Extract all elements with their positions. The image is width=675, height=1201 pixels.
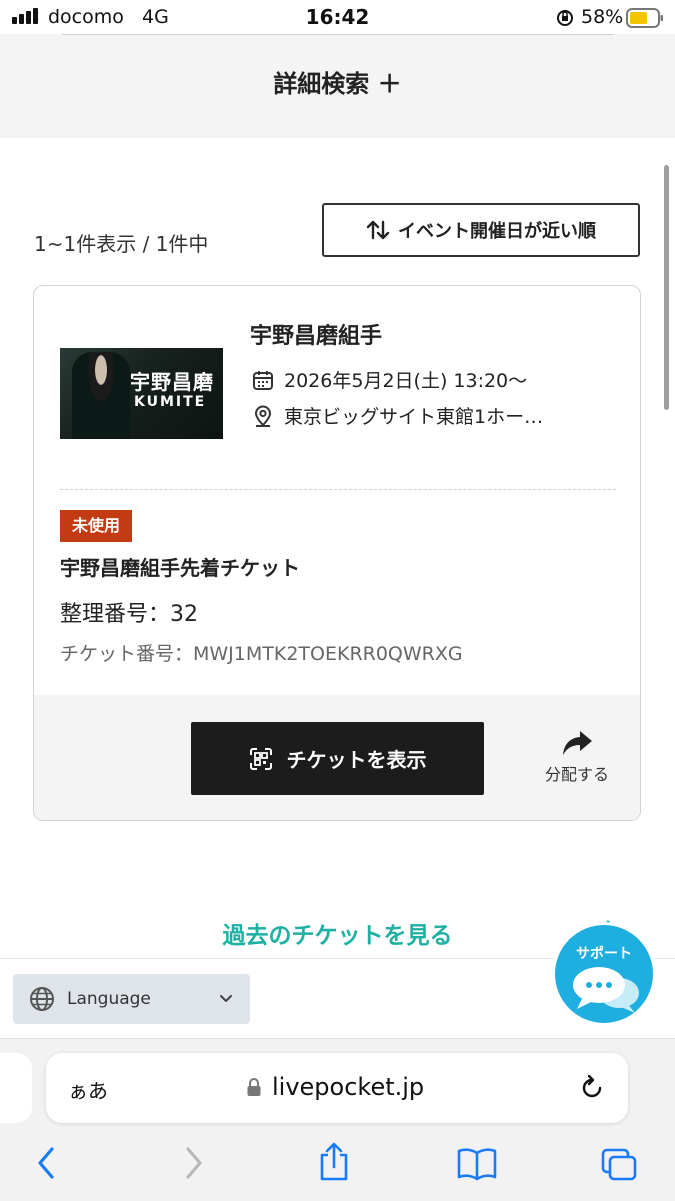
language-select[interactable]: Language bbox=[13, 974, 250, 1024]
thumbnail-figure bbox=[72, 352, 130, 439]
sort-arrows-icon bbox=[366, 220, 390, 240]
calendar-icon bbox=[253, 370, 273, 390]
detail-search-section: 詳細検索 ＋ bbox=[0, 34, 675, 138]
url-display[interactable]: livepocket.jp bbox=[246, 1073, 424, 1101]
dashed-divider bbox=[60, 489, 616, 490]
reader-settings-button[interactable]: ぁあ bbox=[68, 1075, 108, 1104]
detail-search-toggle[interactable]: 詳細検索 ＋ bbox=[0, 64, 675, 99]
thumbnail-title: 宇野昌磨 bbox=[130, 370, 214, 394]
chevron-down-icon bbox=[220, 995, 232, 1002]
battery-percent: 58% bbox=[581, 6, 624, 28]
card-footer: チケットを表示 分配する bbox=[34, 695, 640, 820]
event-title[interactable]: 宇野昌磨組手 bbox=[250, 318, 382, 350]
globe-icon bbox=[30, 987, 54, 1011]
tabs-icon[interactable] bbox=[600, 1147, 640, 1183]
divider bbox=[62, 34, 613, 35]
share-label: 分配する bbox=[544, 765, 609, 784]
sequence-number: 整理番号：32 bbox=[60, 602, 198, 627]
rotation-lock-icon bbox=[557, 10, 573, 26]
event-date-row: 2026年5月2日(土) 13:20〜 bbox=[252, 366, 527, 393]
lock-icon bbox=[247, 1078, 261, 1096]
share-button[interactable]: 分配する bbox=[534, 729, 620, 785]
result-count: 1~1件表示 / 1件中 bbox=[34, 232, 209, 256]
bookmarks-icon[interactable] bbox=[456, 1147, 498, 1181]
status-badge: 未使用 bbox=[60, 510, 133, 542]
share-icon[interactable] bbox=[316, 1141, 352, 1183]
event-date: 2026年5月2日(土) 13:20〜 bbox=[284, 370, 528, 392]
status-bar: docomo 4G 16:42 58% bbox=[0, 0, 675, 34]
ticket-card: 宇野昌磨 KUMITE 宇野昌磨組手 2026年5月2日(土) 13:20〜 東… bbox=[33, 285, 641, 821]
url-text: livepocket.jp bbox=[272, 1073, 425, 1101]
thumbnail-subtitle: KUMITE bbox=[134, 394, 207, 410]
forward-icon[interactable] bbox=[180, 1145, 206, 1181]
scrollbar[interactable] bbox=[664, 165, 669, 410]
previous-tab-preview[interactable] bbox=[0, 1053, 32, 1123]
event-thumbnail[interactable]: 宇野昌磨 KUMITE bbox=[60, 348, 223, 439]
qr-code-icon bbox=[249, 747, 272, 770]
address-bar[interactable]: ぁあ livepocket.jp bbox=[46, 1053, 628, 1123]
support-button[interactable]: サポート bbox=[552, 922, 656, 1026]
ticket-name: 宇野昌磨組手先着チケット bbox=[60, 556, 300, 580]
event-venue-row: 東京ビッグサイト東館1ホー… bbox=[252, 402, 543, 429]
ticket-number: チケット番号：MWJ1MTK2TOEKRR0QWRXG bbox=[60, 643, 463, 665]
sort-label: イベント開催日が近い順 bbox=[398, 221, 596, 242]
location-pin-icon bbox=[254, 405, 272, 427]
browser-toolbar: ぁあ livepocket.jp bbox=[0, 1038, 675, 1201]
event-venue: 東京ビッグサイト東館1ホー… bbox=[284, 406, 544, 428]
reload-icon[interactable] bbox=[578, 1074, 606, 1102]
share-arrow-icon bbox=[563, 731, 592, 755]
battery-icon bbox=[626, 8, 663, 28]
chat-bubbles-icon bbox=[573, 967, 639, 1013]
sort-button[interactable]: イベント開催日が近い順 bbox=[322, 203, 640, 257]
show-ticket-button[interactable]: チケットを表示 bbox=[191, 722, 484, 795]
language-label: Language bbox=[67, 989, 151, 1009]
support-label: サポート bbox=[576, 946, 632, 962]
show-ticket-label: チケットを表示 bbox=[286, 748, 427, 772]
back-icon[interactable] bbox=[34, 1145, 60, 1181]
